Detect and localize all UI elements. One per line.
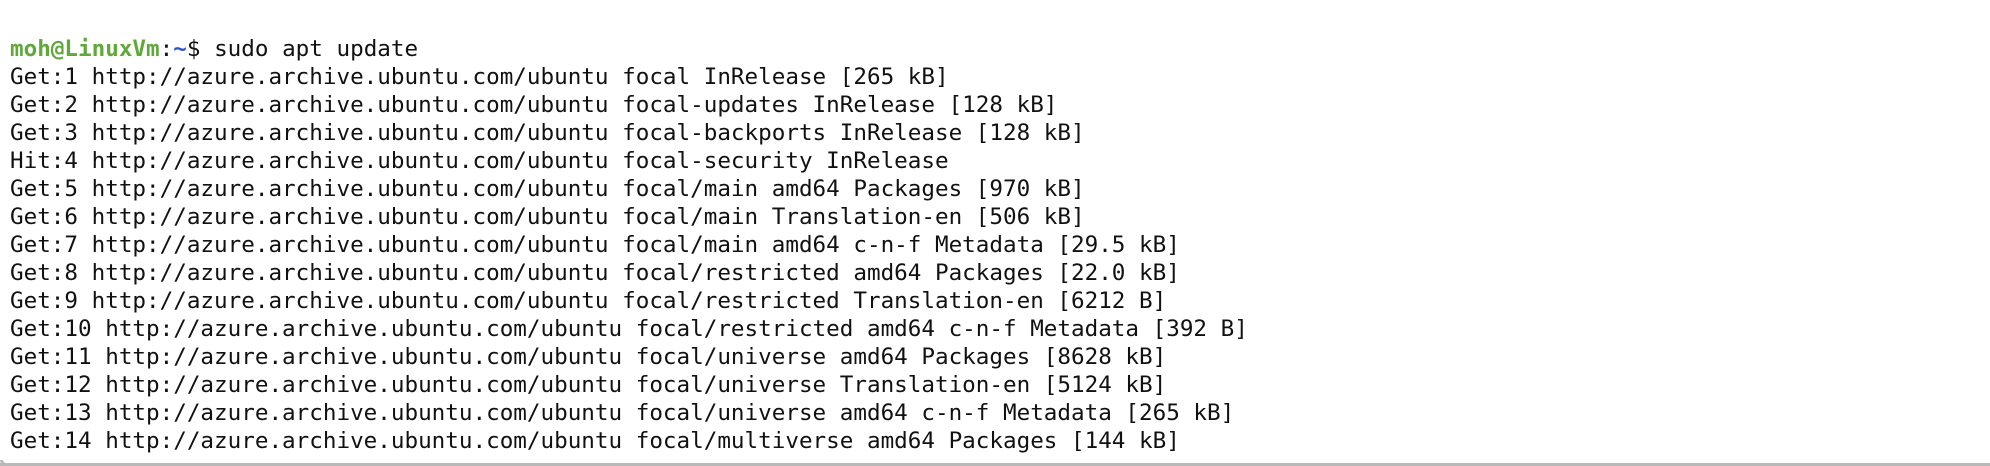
output-line: Get:2 http://azure.archive.ubuntu.com/ub…	[10, 92, 1058, 118]
output-line: Hit:4 http://azure.archive.ubuntu.com/ub…	[10, 148, 949, 174]
output-line: Get:11 http://azure.archive.ubuntu.com/u…	[10, 344, 1167, 370]
output-line: Get:12 http://azure.archive.ubuntu.com/u…	[10, 372, 1167, 398]
output-line: Get:8 http://azure.archive.ubuntu.com/ub…	[10, 260, 1180, 286]
prompt-user-host: moh@LinuxVm	[10, 36, 160, 62]
prompt-command: sudo apt update	[200, 36, 419, 62]
output-line: Get:13 http://azure.archive.ubuntu.com/u…	[10, 400, 1235, 426]
output-line: Get:9 http://azure.archive.ubuntu.com/ub…	[10, 288, 1167, 314]
output-line: Get:5 http://azure.archive.ubuntu.com/ub…	[10, 176, 1085, 202]
prompt-separator: :	[159, 36, 174, 62]
prompt-path: ~	[173, 36, 187, 62]
output-line: Get:14 http://azure.archive.ubuntu.com/u…	[10, 428, 1180, 454]
output-line: Get:10 http://azure.archive.ubuntu.com/u…	[10, 316, 1248, 342]
output-line: Get:7 http://azure.archive.ubuntu.com/ub…	[10, 232, 1180, 258]
prompt-line: moh@LinuxVm:~$ sudo apt update	[10, 35, 1248, 63]
terminal-window[interactable]: moh@LinuxVm:~$ sudo apt update Get:1 htt…	[0, 0, 1990, 466]
terminal-output: moh@LinuxVm:~$ sudo apt update Get:1 htt…	[10, 35, 1248, 455]
prompt-symbol: $	[186, 36, 201, 62]
output-line: Get:6 http://azure.archive.ubuntu.com/ub…	[10, 204, 1085, 230]
output-line: Get:1 http://azure.archive.ubuntu.com/ub…	[10, 64, 949, 90]
output-line: Get:3 http://azure.archive.ubuntu.com/ub…	[10, 120, 1085, 146]
window-bottom-corner	[0, 460, 40, 466]
